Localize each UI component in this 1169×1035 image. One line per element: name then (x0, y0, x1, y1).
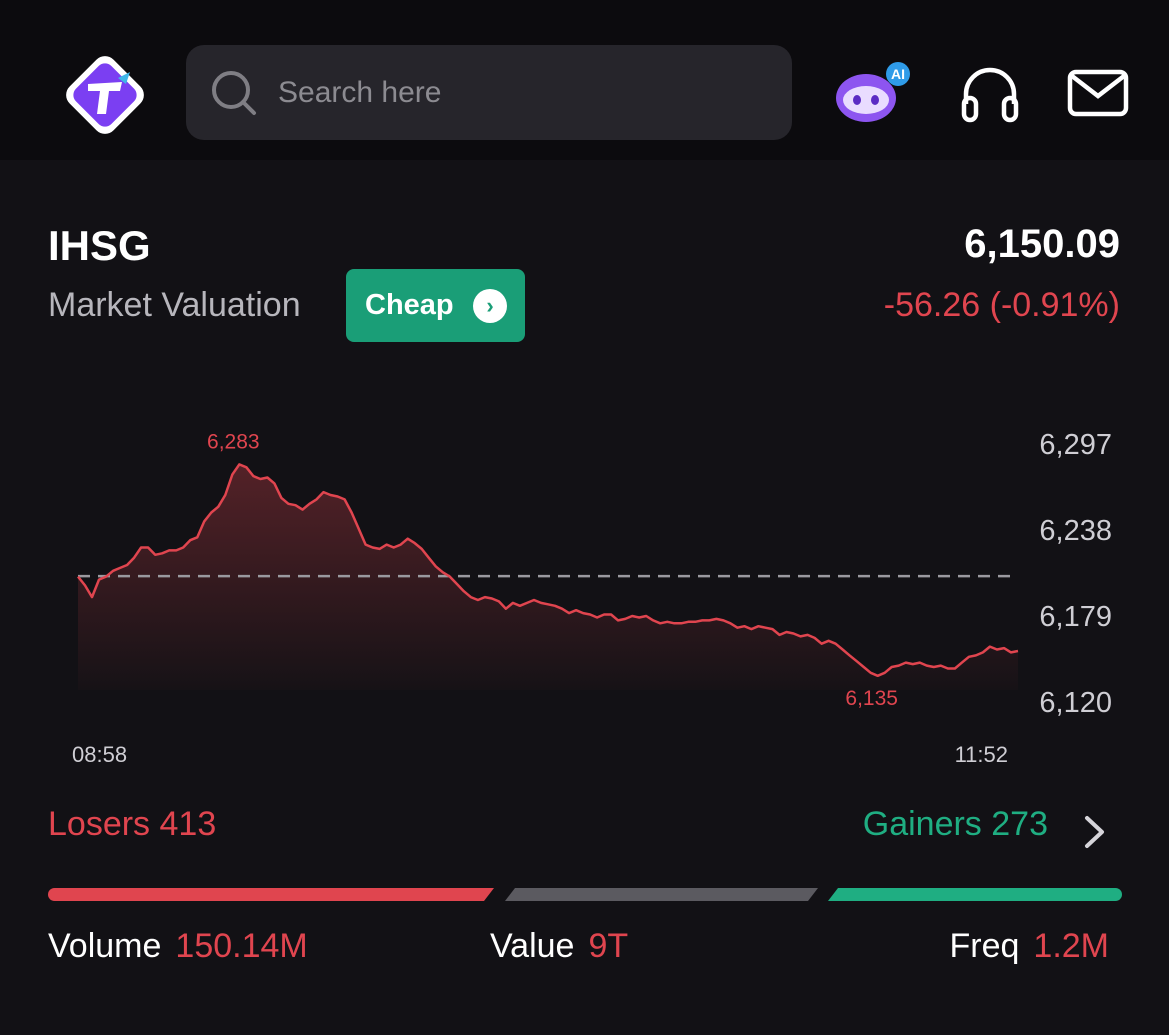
volume-stat: Volume 150.14M (48, 927, 308, 966)
volume-label: Volume (48, 927, 162, 965)
losers-label: Losers (48, 805, 151, 843)
losers-bar (48, 888, 494, 901)
y-tick-label: 6,238 (1039, 515, 1112, 547)
search-input[interactable] (276, 67, 760, 119)
intraday-chart[interactable]: 6,297 6,238 6,179 6,120 6,283 6,135 08:58 1… (0, 400, 1169, 780)
x-start-label: 08:58 (72, 742, 127, 767)
gainers-label: Gainers (862, 805, 982, 843)
x-end-label: 11:52 (955, 742, 1008, 767)
value-label: Value (490, 927, 575, 965)
search-icon (212, 71, 256, 115)
value-value: 9T (588, 927, 629, 965)
index-price: 6,150.09 (964, 222, 1120, 266)
ai-badge: AI (891, 66, 905, 82)
y-tick-label: 6,179 (1039, 601, 1112, 633)
index-name: IHSG (48, 222, 151, 269)
freq-stat: Freq 1.2M (949, 927, 1109, 966)
y-tick-label: 6,120 (1039, 687, 1112, 719)
high-label: 6,283 (207, 430, 260, 453)
chevron-right-icon: › (473, 289, 507, 323)
volume-value: 150.14M (175, 927, 308, 965)
mail-icon[interactable] (1066, 68, 1130, 118)
gainers-count: 273 (991, 805, 1048, 843)
search-bar[interactable] (186, 45, 792, 140)
chevron-right-icon[interactable] (1080, 813, 1110, 851)
freq-value: 1.2M (1033, 927, 1109, 965)
valuation-button[interactable]: Cheap › (346, 269, 525, 342)
y-tick-label: 6,297 (1039, 429, 1112, 461)
market-valuation-label: Market Valuation (48, 286, 301, 324)
value-stat: Value 9T (490, 927, 628, 966)
app-logo-icon[interactable] (60, 50, 150, 140)
freq-label: Freq (949, 927, 1020, 965)
index-change: -56.26 (-0.91%) (883, 286, 1120, 324)
gainers-summary: Gainers 273 (863, 805, 1048, 844)
gainers-bar (828, 888, 1122, 901)
top-bar: AI (0, 0, 1169, 160)
ai-assistant-icon[interactable]: AI (832, 60, 914, 130)
market-breadth[interactable]: Losers 413 Gainers 273 (0, 805, 1169, 855)
losers-summary: Losers 413 (48, 805, 216, 844)
unchanged-bar (505, 888, 818, 901)
low-label: 6,135 (845, 687, 898, 710)
headset-icon[interactable] (958, 64, 1022, 124)
losers-count: 413 (159, 805, 217, 843)
valuation-value: Cheap (365, 289, 454, 321)
